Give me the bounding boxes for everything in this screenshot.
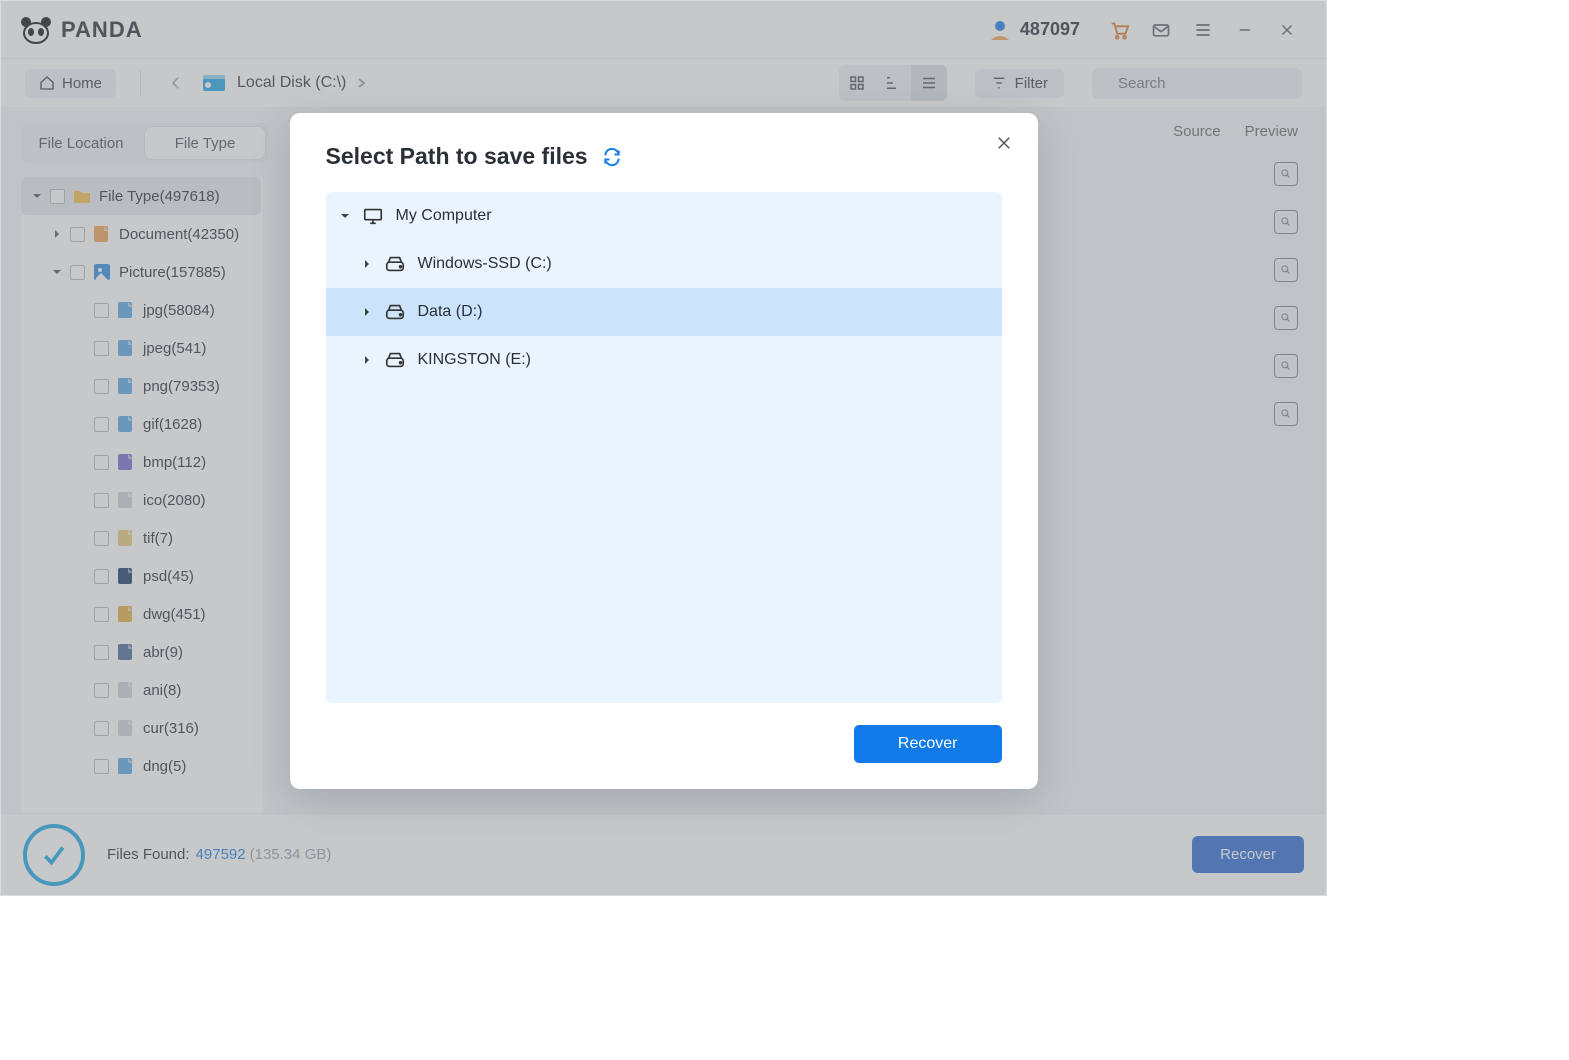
- recover-button-dialog[interactable]: Recover: [854, 725, 1002, 763]
- modal-overlay[interactable]: Select Path to save files My Computer Win…: [1, 1, 1326, 895]
- path-drive-0[interactable]: Windows-SSD (C:): [326, 240, 1002, 288]
- path-drive-label: Windows-SSD (C:): [418, 255, 552, 273]
- path-drive-label: Data (D:): [418, 303, 483, 321]
- refresh-icon[interactable]: [602, 147, 622, 167]
- save-path-dialog: Select Path to save files My Computer Win…: [290, 113, 1038, 789]
- close-icon[interactable]: [990, 129, 1018, 157]
- path-drive-2[interactable]: KINGSTON (E:): [326, 336, 1002, 384]
- dialog-title-text: Select Path to save files: [326, 143, 588, 170]
- path-root-label: My Computer: [396, 207, 492, 225]
- path-tree: My Computer Windows-SSD (C:) Data (D:) KING…: [326, 192, 1002, 703]
- dialog-title: Select Path to save files: [326, 143, 1002, 170]
- path-drive-label: KINGSTON (E:): [418, 351, 532, 369]
- app-window: PANDA 487097 Home: [0, 0, 1327, 896]
- path-my-computer[interactable]: My Computer: [326, 192, 1002, 240]
- path-drive-1[interactable]: Data (D:): [326, 288, 1002, 336]
